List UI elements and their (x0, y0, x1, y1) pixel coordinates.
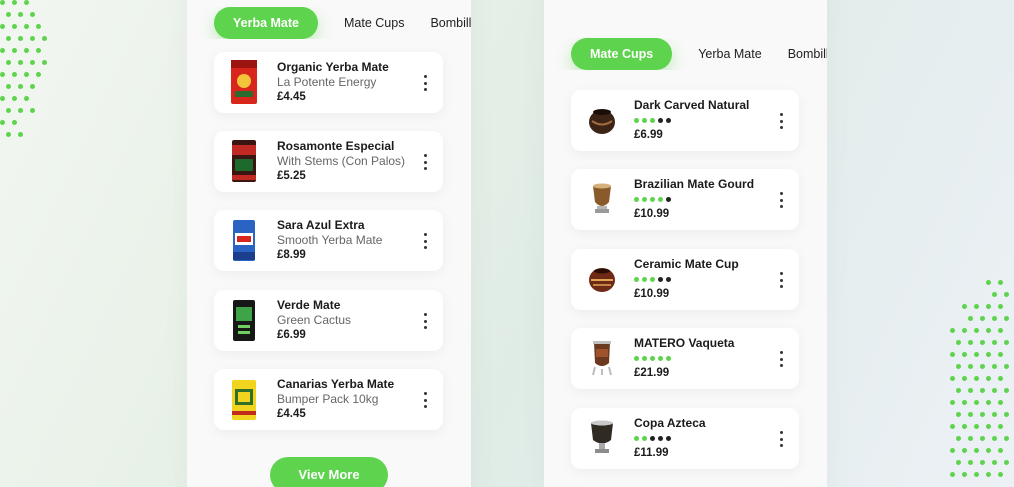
product-card[interactable]: Copa Azteca £11.99 (571, 408, 799, 469)
star-filled-icon (634, 277, 639, 282)
product-subtitle: La Potente Energy (277, 75, 377, 89)
star-empty-icon (666, 118, 671, 123)
product-name: Organic Yerba Mate (277, 60, 389, 74)
star-filled-icon (650, 356, 655, 361)
tab-mate-cups[interactable]: Mate Cups (318, 16, 417, 30)
ceramic-cup-icon (589, 268, 615, 292)
star-empty-icon (666, 277, 671, 282)
product-price: £6.99 (277, 329, 306, 341)
yerba-mate-screen: Yerba Mate Mate Cups Bombilla Organic Ye… (187, 0, 471, 487)
more-options-icon[interactable] (776, 351, 786, 367)
view-more-button[interactable]: Viev More (270, 457, 388, 487)
star-filled-icon (650, 118, 655, 123)
category-tabs: Mate Cups Yerba Mate Bombilla (544, 38, 827, 70)
product-card[interactable]: Verde Mate Green Cactus £6.99 (214, 290, 443, 351)
more-options-icon[interactable] (776, 113, 786, 129)
star-filled-icon (642, 436, 647, 441)
product-price: £11.99 (634, 447, 669, 459)
more-options-icon[interactable] (420, 75, 430, 91)
star-empty-icon (666, 436, 671, 441)
star-rating (634, 431, 706, 446)
product-name: MATERO Vaqueta (634, 336, 735, 350)
product-name: Rosamonte Especial (277, 139, 395, 153)
product-card[interactable]: Organic Yerba Mate La Potente Energy £4.… (214, 52, 443, 113)
star-filled-icon (642, 277, 647, 282)
product-card[interactable]: Brazilian Mate Gourd £10.99 (571, 169, 799, 230)
star-filled-icon (642, 197, 647, 202)
dark-gourd-icon (589, 109, 615, 134)
product-name: Ceramic Mate Cup (634, 257, 739, 271)
tab-mate-cups[interactable]: Mate Cups (571, 38, 673, 70)
mate-cups-screen: Mate Cups Yerba Mate Bombilla Dark Carve… (544, 0, 827, 487)
azteca-cup-icon (591, 420, 613, 453)
star-empty-icon (658, 118, 663, 123)
product-subtitle: Green Cactus (277, 313, 352, 327)
star-filled-icon (642, 356, 647, 361)
product-name: Canarias Yerba Mate (277, 377, 395, 391)
product-price: £10.99 (634, 288, 670, 300)
product-name: Dark Carved Natural (634, 98, 750, 112)
more-options-icon[interactable] (420, 392, 430, 408)
product-card[interactable]: MATERO Vaqueta £21.99 (571, 328, 799, 389)
brazilian-gourd-icon (593, 183, 611, 213)
star-empty-icon (658, 436, 663, 441)
product-card[interactable]: Ceramic Mate Cup £10.99 (571, 249, 799, 310)
star-filled-icon (658, 197, 663, 202)
leather-matero-icon (592, 341, 612, 376)
star-rating (634, 113, 749, 128)
star-filled-icon (658, 356, 663, 361)
more-options-icon[interactable] (776, 192, 786, 208)
star-rating (634, 272, 739, 287)
product-subtitle: Smooth Yerba Mate (277, 233, 383, 247)
product-subtitle: Bumper Pack 10kg (277, 392, 379, 406)
product-card[interactable]: Dark Carved Natural £6.99 (571, 90, 799, 151)
tab-bombilla[interactable]: Bombilla (417, 16, 471, 30)
star-filled-icon (634, 436, 639, 441)
star-filled-icon (634, 197, 639, 202)
star-filled-icon (650, 197, 655, 202)
product-subtitle: With Stems (Con Palos) (277, 154, 406, 168)
product-price: £10.99 (634, 208, 670, 220)
product-name: Sara Azul Extra (277, 218, 365, 232)
product-card[interactable]: Rosamonte Especial With Stems (Con Palos… (214, 131, 443, 192)
star-filled-icon (650, 277, 655, 282)
more-options-icon[interactable] (420, 154, 430, 170)
category-tabs: Yerba Mate Mate Cups Bombilla (187, 7, 471, 39)
tab-yerba-mate[interactable]: Yerba Mate (214, 7, 319, 39)
red-yerba-pack-icon (231, 60, 257, 104)
product-price: £21.99 (634, 367, 670, 379)
product-price: £5.25 (277, 170, 306, 182)
blue-yerba-pack-icon (233, 220, 255, 261)
product-name: Copa Azteca (634, 416, 706, 430)
black-green-yerba-pack-icon (233, 300, 255, 341)
product-card[interactable]: Canarias Yerba Mate Bumper Pack 10kg £4.… (214, 369, 443, 430)
tab-yerba-mate[interactable]: Yerba Mate (672, 47, 774, 61)
star-filled-icon (634, 356, 639, 361)
tab-bombilla[interactable]: Bombilla (775, 47, 827, 61)
dot-pattern-decoration-left (0, 0, 60, 150)
dot-pattern-decoration-right (950, 280, 1014, 487)
product-price: £8.99 (277, 249, 306, 261)
product-card[interactable]: Sara Azul Extra Smooth Yerba Mate £8.99 (214, 210, 443, 271)
product-price: £6.99 (634, 129, 663, 141)
product-price: £4.45 (277, 91, 306, 103)
star-rating (634, 351, 734, 366)
star-filled-icon (634, 118, 639, 123)
star-rating (634, 192, 754, 207)
more-options-icon[interactable] (776, 272, 786, 288)
product-name: Brazilian Mate Gourd (634, 177, 755, 191)
yellow-yerba-pack-icon (232, 380, 256, 420)
more-options-icon[interactable] (420, 233, 430, 249)
dark-red-yerba-pack-icon (232, 140, 256, 182)
star-empty-icon (658, 277, 663, 282)
product-price: £4.45 (277, 408, 306, 420)
star-empty-icon (666, 197, 671, 202)
star-filled-icon (666, 356, 671, 361)
star-filled-icon (642, 118, 647, 123)
more-options-icon[interactable] (776, 431, 786, 447)
more-options-icon[interactable] (420, 313, 430, 329)
product-name: Verde Mate (277, 298, 341, 312)
star-empty-icon (650, 436, 655, 441)
